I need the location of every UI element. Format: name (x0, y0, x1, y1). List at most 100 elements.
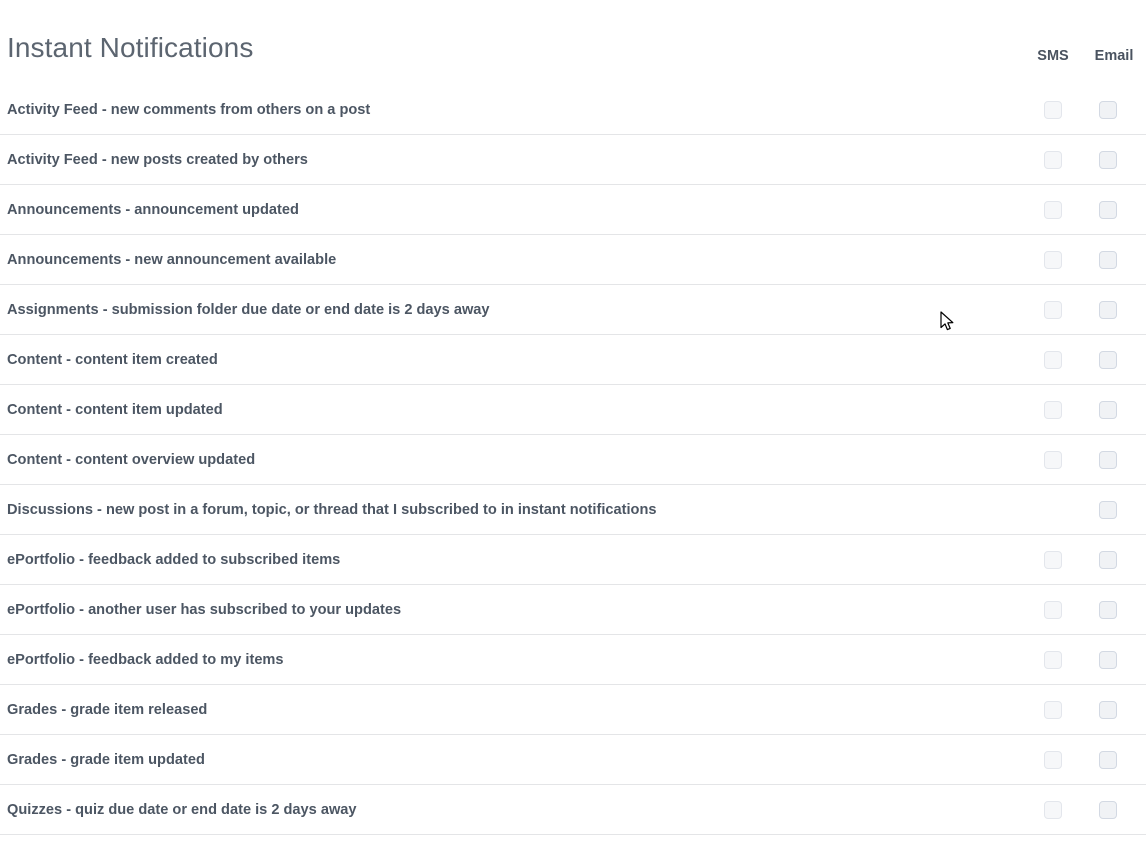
sms-checkbox[interactable] (1044, 101, 1062, 119)
column-header-email: Email (1094, 48, 1134, 64)
sms-checkbox-cell[interactable] (1031, 285, 1075, 335)
notification-label: Activity Feed - new comments from others… (7, 102, 371, 118)
email-checkbox-cell[interactable] (1086, 185, 1130, 235)
email-checkbox[interactable] (1099, 101, 1117, 119)
email-checkbox[interactable] (1099, 251, 1117, 269)
email-checkbox[interactable] (1099, 651, 1117, 669)
sms-checkbox[interactable] (1044, 551, 1062, 569)
email-checkbox[interactable] (1099, 601, 1117, 619)
email-checkbox[interactable] (1099, 201, 1117, 219)
sms-checkbox-cell[interactable] (1031, 535, 1075, 585)
sms-checkbox-cell[interactable] (1031, 585, 1075, 635)
row-controls (1000, 385, 1146, 435)
sms-checkbox[interactable] (1044, 751, 1062, 769)
column-header-sms: SMS (1037, 48, 1069, 64)
email-checkbox[interactable] (1099, 351, 1117, 369)
email-checkbox-cell[interactable] (1086, 335, 1130, 385)
notification-label: Assignments - submission folder due date… (7, 302, 490, 318)
sms-checkbox[interactable] (1044, 801, 1062, 819)
sms-checkbox[interactable] (1044, 201, 1062, 219)
sms-checkbox-cell[interactable] (1031, 385, 1075, 435)
page-title: Instant Notifications (7, 32, 254, 63)
sms-checkbox[interactable] (1044, 701, 1062, 719)
sms-checkbox-cell[interactable] (1031, 435, 1075, 485)
email-checkbox[interactable] (1099, 401, 1117, 419)
email-checkbox[interactable] (1099, 501, 1117, 519)
sms-checkbox[interactable] (1044, 251, 1062, 269)
email-checkbox-cell[interactable] (1086, 485, 1130, 535)
sms-checkbox-cell[interactable] (1031, 335, 1075, 385)
row-controls (1000, 635, 1146, 685)
sms-checkbox-cell[interactable] (1031, 735, 1075, 785)
row-controls (1000, 335, 1146, 385)
notifications-table: Activity Feed - new comments from others… (0, 85, 1146, 835)
column-header-row: SMS Email (1000, 46, 1146, 66)
email-checkbox-cell[interactable] (1086, 585, 1130, 635)
table-row: Content - content item updated (0, 385, 1146, 435)
table-row: Announcements - new announcement availab… (0, 235, 1146, 285)
notification-label: ePortfolio - another user has subscribed… (7, 602, 402, 618)
email-checkbox-cell[interactable] (1086, 435, 1130, 485)
email-checkbox[interactable] (1099, 451, 1117, 469)
table-row: Assignments - submission folder due date… (0, 285, 1146, 335)
notification-label: Content - content item updated (7, 402, 223, 418)
notification-label: Grades - grade item released (7, 702, 208, 718)
notification-label: Discussions - new post in a forum, topic… (7, 502, 657, 518)
sms-checkbox-cell[interactable] (1031, 185, 1075, 235)
email-checkbox[interactable] (1099, 801, 1117, 819)
row-controls (1000, 435, 1146, 485)
row-controls (1000, 85, 1146, 135)
notification-label: ePortfolio - feedback added to my items (7, 652, 284, 668)
email-checkbox-cell[interactable] (1086, 785, 1130, 835)
email-checkbox-cell[interactable] (1086, 85, 1130, 135)
sms-checkbox-cell[interactable] (1031, 635, 1075, 685)
sms-checkbox[interactable] (1044, 451, 1062, 469)
sms-checkbox[interactable] (1044, 151, 1062, 169)
email-checkbox[interactable] (1099, 701, 1117, 719)
notification-label: Quizzes - quiz due date or end date is 2… (7, 802, 357, 818)
notification-settings-page: Instant Notifications SMS Email Activity… (0, 0, 1146, 865)
sms-checkbox-cell[interactable] (1031, 135, 1075, 185)
email-checkbox-cell[interactable] (1086, 535, 1130, 585)
notification-label: Announcements - new announcement availab… (7, 252, 337, 268)
notification-label: Announcements - announcement updated (7, 202, 299, 218)
sms-checkbox-cell[interactable] (1031, 235, 1075, 285)
table-row: Grades - grade item released (0, 685, 1146, 735)
page-header: Instant Notifications SMS Email (0, 0, 1146, 85)
email-checkbox-cell[interactable] (1086, 235, 1130, 285)
sms-checkbox-cell[interactable] (1031, 685, 1075, 735)
sms-checkbox[interactable] (1044, 601, 1062, 619)
table-row: Discussions - new post in a forum, topic… (0, 485, 1146, 535)
sms-checkbox[interactable] (1044, 401, 1062, 419)
row-controls (1000, 135, 1146, 185)
sms-checkbox-cell[interactable] (1031, 85, 1075, 135)
sms-checkbox-cell[interactable] (1031, 785, 1075, 835)
email-checkbox[interactable] (1099, 551, 1117, 569)
email-checkbox-cell[interactable] (1086, 735, 1130, 785)
row-controls (1000, 185, 1146, 235)
row-controls (1000, 535, 1146, 585)
sms-checkbox-cell (1031, 485, 1075, 535)
email-checkbox[interactable] (1099, 301, 1117, 319)
email-checkbox-cell[interactable] (1086, 285, 1130, 335)
email-checkbox-cell[interactable] (1086, 635, 1130, 685)
email-checkbox-cell[interactable] (1086, 685, 1130, 735)
table-row: Announcements - announcement updated (0, 185, 1146, 235)
sms-checkbox[interactable] (1044, 651, 1062, 669)
row-controls (1000, 735, 1146, 785)
table-row: Content - content item created (0, 335, 1146, 385)
email-checkbox[interactable] (1099, 751, 1117, 769)
table-row: Content - content overview updated (0, 435, 1146, 485)
sms-checkbox[interactable] (1044, 351, 1062, 369)
table-row: Grades - grade item updated (0, 735, 1146, 785)
table-row: ePortfolio - feedback added to my items (0, 635, 1146, 685)
notification-label: Content - content item created (7, 352, 218, 368)
sms-checkbox[interactable] (1044, 301, 1062, 319)
email-checkbox-cell[interactable] (1086, 135, 1130, 185)
row-controls (1000, 485, 1146, 535)
row-controls (1000, 685, 1146, 735)
notification-label: Content - content overview updated (7, 452, 256, 468)
email-checkbox-cell[interactable] (1086, 385, 1130, 435)
notification-label: ePortfolio - feedback added to subscribe… (7, 552, 341, 568)
email-checkbox[interactable] (1099, 151, 1117, 169)
